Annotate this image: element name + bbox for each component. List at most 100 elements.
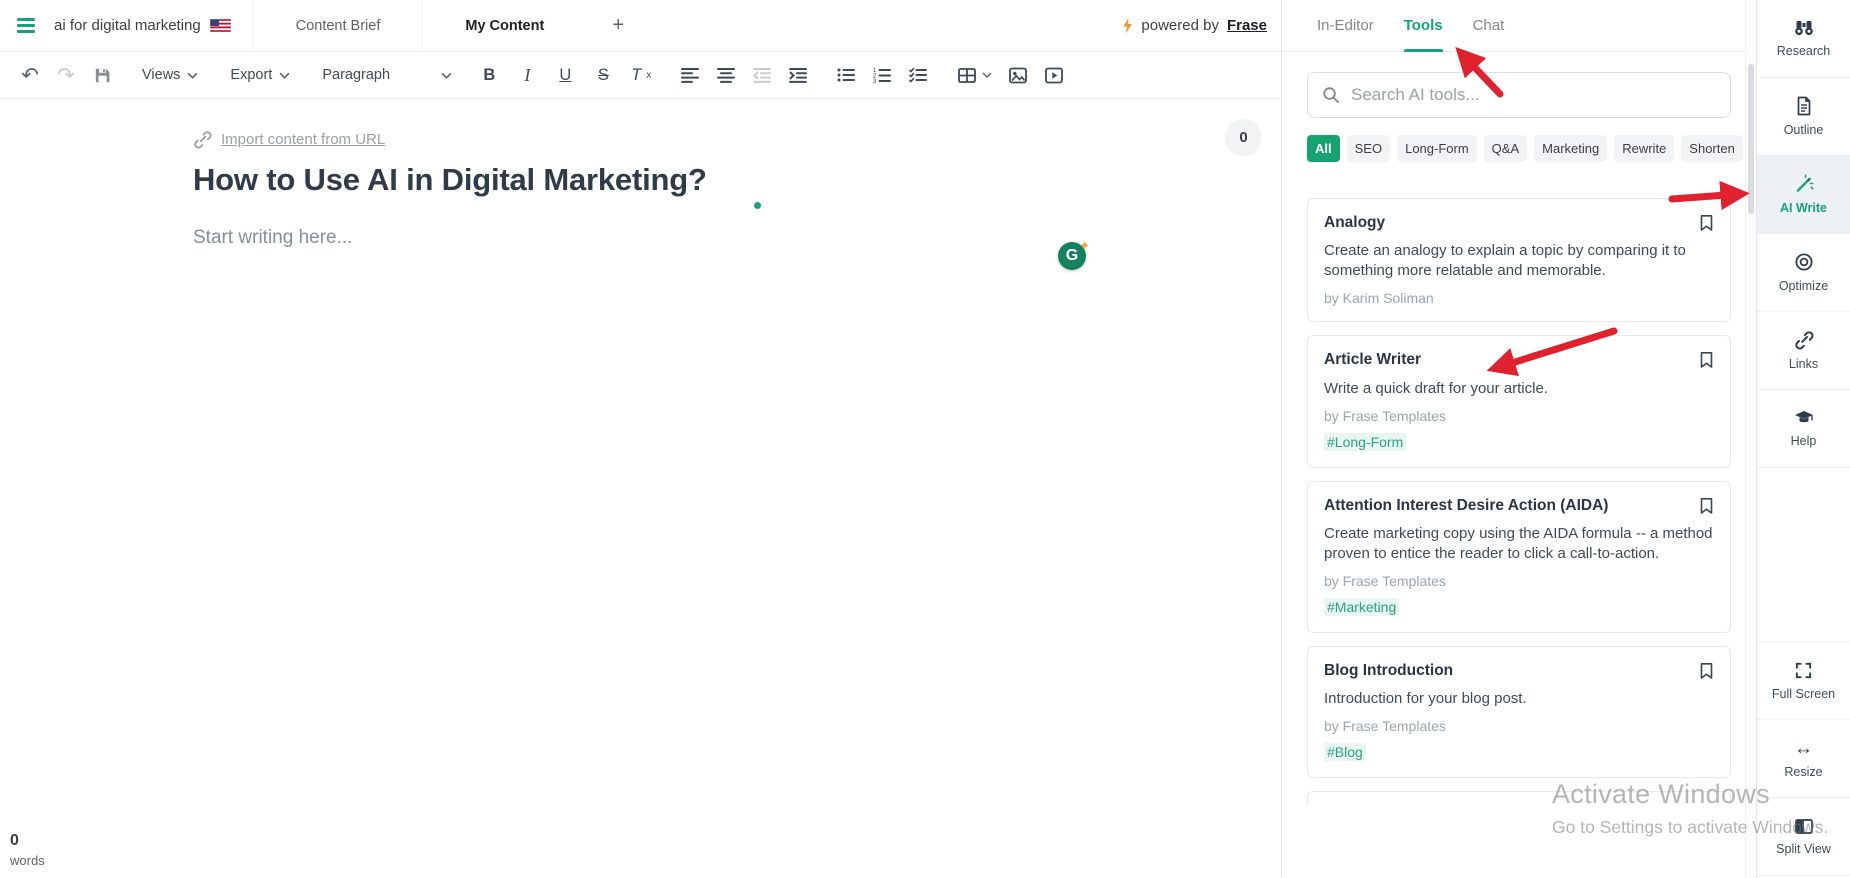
article-title-text: How to Use AI in Digital Marketing? xyxy=(193,162,707,197)
filter-chip[interactable]: Shorten xyxy=(1681,135,1743,162)
sidebar-label-optimize: Optimize xyxy=(1778,279,1829,293)
us-flag-icon xyxy=(209,19,231,32)
chevron-down-icon xyxy=(279,72,290,79)
redo-button[interactable]: ↷ xyxy=(48,58,84,92)
document-title: ai for digital marketing xyxy=(54,17,201,34)
indent-button[interactable] xyxy=(780,58,816,92)
italic-button[interactable]: I xyxy=(508,58,546,92)
filter-chip[interactable]: SEO xyxy=(1346,135,1391,162)
chevron-down-icon xyxy=(982,72,992,78)
sidebar-label-split-view: Split View xyxy=(1776,841,1831,856)
tool-description: Write a quick draft for your article. xyxy=(1324,379,1548,397)
clear-formatting-button[interactable]: Tx xyxy=(622,58,660,92)
tool-description: Create marketing copy using the AIDA for… xyxy=(1324,524,1713,562)
sidebar-spacer xyxy=(1757,468,1850,642)
sidebar-item-split-view[interactable]: Split View xyxy=(1757,798,1850,876)
bookmark-icon[interactable] xyxy=(1699,497,1714,515)
tool-tag[interactable]: #Blog xyxy=(1324,743,1366,762)
ai-tools-search[interactable] xyxy=(1307,72,1731,118)
sidebar-item-outline[interactable]: Outline xyxy=(1757,78,1850,156)
sidebar-item-help[interactable]: Help xyxy=(1757,390,1850,468)
sidebar-item-research[interactable]: Research xyxy=(1757,0,1850,78)
ai-tool-card[interactable]: Blog Introduction Introduction for your … xyxy=(1307,645,1731,779)
link-icon xyxy=(194,131,212,149)
check-list-button[interactable] xyxy=(900,58,936,92)
outdent-button[interactable] xyxy=(744,58,780,92)
word-count: 0 words xyxy=(10,832,45,868)
table-button[interactable] xyxy=(948,58,1000,92)
import-content-link[interactable]: Import content from URL xyxy=(193,130,1281,149)
article-title[interactable]: How to Use AI in Digital Marketing? xyxy=(193,162,1281,209)
paragraph-label: Paragraph xyxy=(322,67,391,83)
ai-tool-card[interactable]: Attention Interest Desire Action (AIDA) … xyxy=(1307,480,1731,633)
bookmark-icon[interactable] xyxy=(1699,351,1714,369)
save-icon xyxy=(95,68,109,82)
bullet-list-button[interactable] xyxy=(828,58,864,92)
magic-wand-icon xyxy=(1796,174,1813,192)
numbered-list-icon: 123 xyxy=(873,68,892,84)
underline-button[interactable]: U xyxy=(546,58,584,92)
tool-author: by Karim Soliman xyxy=(1324,290,1434,307)
check-list-icon xyxy=(909,67,928,83)
bold-button[interactable]: B xyxy=(470,58,508,92)
sidebar-item-full-screen[interactable]: Full Screen xyxy=(1757,642,1850,720)
undo-button[interactable]: ↶ xyxy=(12,58,48,92)
tab-in-editor[interactable]: In-Editor xyxy=(1317,0,1374,52)
panel-body: All SEO Long-Form Q&A Marketing Rewrite Shorte… xyxy=(1283,72,1745,806)
save-button[interactable] xyxy=(84,58,120,92)
tool-tag[interactable]: #Long-Form xyxy=(1324,432,1407,451)
filter-chip[interactable]: Marketing xyxy=(1534,135,1608,162)
filter-chip[interactable]: All xyxy=(1307,135,1340,162)
export-dropdown[interactable]: Export xyxy=(220,58,300,92)
binoculars-icon xyxy=(1794,21,1813,36)
sidebar-item-optimize[interactable]: Optimize xyxy=(1757,234,1850,312)
tool-tag[interactable]: #Marketing xyxy=(1324,597,1400,616)
numbered-list-button[interactable]: 123 xyxy=(864,58,900,92)
filter-chip-label: Marketing xyxy=(1542,141,1600,156)
next-tool-card-partial[interactable] xyxy=(1307,791,1731,806)
frase-brand-link[interactable]: Frase xyxy=(1227,17,1267,34)
filter-chip[interactable]: Long-Form xyxy=(1397,135,1477,162)
add-tab-button[interactable]: + xyxy=(586,0,650,52)
strikethrough-button[interactable]: S xyxy=(584,58,622,92)
editor-placeholder[interactable]: Start writing here... xyxy=(193,227,1281,249)
ai-tool-card[interactable]: Article Writer Write a quick draft for y… xyxy=(1307,335,1731,468)
word-count-value: 0 xyxy=(10,832,19,849)
bookmark-icon[interactable] xyxy=(1699,214,1714,232)
powered-by: powered by Frase xyxy=(1122,17,1281,34)
comments-count-badge[interactable]: 0 xyxy=(1225,119,1262,156)
tab-content-brief[interactable]: Content Brief xyxy=(252,0,423,52)
menu-icon[interactable] xyxy=(0,0,52,52)
document-icon xyxy=(1797,96,1810,116)
fullscreen-icon xyxy=(1795,662,1812,678)
filter-chip[interactable]: Q&A xyxy=(1483,135,1528,162)
ai-tool-cards: Analogy Create an analogy to explain a t… xyxy=(1307,198,1731,779)
insert-video-button[interactable] xyxy=(1036,58,1072,92)
align-center-button[interactable] xyxy=(708,58,744,92)
sidebar-item-resize[interactable]: ↔ Resize xyxy=(1757,720,1850,798)
tab-chat[interactable]: Chat xyxy=(1473,0,1505,52)
panel-scrollbar[interactable] xyxy=(1745,0,1756,878)
sidebar-item-links[interactable]: Links xyxy=(1757,312,1850,390)
sidebar-item-ai-write[interactable]: AI Write xyxy=(1757,156,1850,234)
search-input[interactable] xyxy=(1351,85,1716,105)
insert-image-button[interactable] xyxy=(1000,58,1036,92)
sidebar-label-outline: Outline xyxy=(1783,123,1824,137)
editor-canvas[interactable]: Import content from URL How to Use AI in… xyxy=(0,99,1281,249)
tools-panel: In-Editor Tools Chat All SEO Long-Form Q&A M… xyxy=(1283,0,1745,878)
export-label: Export xyxy=(230,67,273,83)
tab-tools[interactable]: Tools xyxy=(1403,0,1443,52)
grammarly-widget[interactable]: G ✦ xyxy=(1058,238,1090,272)
filter-chip[interactable]: Rewrite xyxy=(1614,135,1675,162)
tab-my-content[interactable]: My Content xyxy=(422,0,586,52)
bookmark-icon[interactable] xyxy=(1699,662,1714,680)
align-left-button[interactable] xyxy=(672,58,708,92)
scrollbar-thumb[interactable] xyxy=(1748,64,1754,214)
chevron-down-icon xyxy=(441,72,452,79)
align-left-icon xyxy=(681,68,700,83)
filter-chip-label: SEO xyxy=(1354,141,1383,156)
ai-tool-card[interactable]: Analogy Create an analogy to explain a t… xyxy=(1307,198,1731,323)
views-dropdown[interactable]: Views xyxy=(132,58,208,92)
document-title-group[interactable]: ai for digital marketing xyxy=(52,0,253,52)
paragraph-style-select[interactable]: Paragraph xyxy=(312,58,462,92)
